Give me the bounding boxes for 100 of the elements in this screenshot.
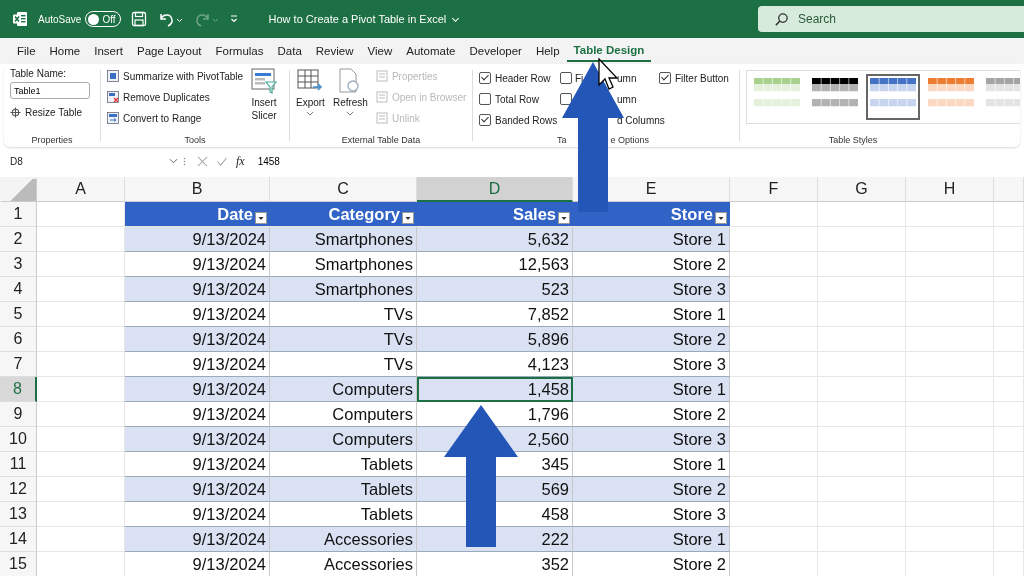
ribbon-tab[interactable]: Automate: [399, 40, 463, 62]
row-header[interactable]: 6: [0, 327, 37, 352]
row-header[interactable]: 3: [0, 252, 37, 277]
row-header[interactable]: 15: [0, 552, 37, 576]
filter-dropdown-icon[interactable]: [715, 212, 727, 224]
table-cell: Smartphones: [270, 227, 417, 252]
column-header[interactable]: A: [37, 177, 125, 202]
ribbon-tab[interactable]: Page Layout: [130, 40, 209, 62]
save-icon[interactable]: [130, 11, 147, 27]
column-header[interactable]: B: [125, 177, 270, 202]
checkbox[interactable]: [479, 93, 491, 105]
table-cell: 9/13/2024: [125, 227, 270, 252]
table-cell: Store 3: [573, 427, 730, 452]
ribbon-tab[interactable]: Formulas: [208, 40, 271, 62]
filter-dropdown-icon[interactable]: [402, 212, 414, 224]
table-cell: 5,896: [417, 327, 573, 352]
pivot-table-icon: [107, 70, 119, 82]
group-label: External Table Data: [341, 135, 421, 145]
table-cell: Store 1: [573, 377, 730, 402]
ribbon-tab[interactable]: Developer: [462, 40, 529, 62]
table-cell: Tablets: [270, 477, 417, 502]
document-title[interactable]: How to Create a Pivot Table in Excel: [268, 13, 447, 25]
table-cell: Store 2: [573, 477, 730, 502]
group-label: Ta: [557, 135, 567, 145]
ribbon-command[interactable]: Remove Duplicates: [123, 91, 210, 103]
table-header-cell: Sales: [417, 202, 573, 227]
row-header[interactable]: 5: [0, 302, 37, 327]
document-icon: [375, 70, 388, 82]
table-cell: Store 1: [573, 527, 730, 552]
caret-icon[interactable]: [306, 111, 315, 116]
ribbon-tab[interactable]: File: [10, 40, 43, 62]
checkbox[interactable]: [560, 72, 572, 84]
table-style-thumbnail[interactable]: [866, 74, 920, 120]
table-cell: 9/13/2024: [125, 377, 270, 402]
resize-icon: [10, 106, 21, 118]
ribbon-tab[interactable]: Insert: [87, 40, 130, 62]
checkbox[interactable]: [479, 72, 491, 84]
row-header[interactable]: 7: [0, 352, 37, 377]
table-cell: Store 2: [573, 327, 730, 352]
empty-cell: [994, 277, 1024, 302]
caret-icon[interactable]: [169, 158, 178, 164]
empty-cell: [994, 452, 1024, 477]
option-label: umn: [617, 72, 637, 84]
empty-cell: [994, 252, 1024, 277]
table-name-field[interactable]: Table1: [10, 82, 90, 99]
empty-cell: [994, 202, 1024, 227]
insert-function-button[interactable]: fx: [236, 153, 245, 169]
ribbon-tab[interactable]: Data: [270, 40, 309, 62]
ribbon-tab[interactable]: Help: [528, 40, 567, 62]
option-label: Banded Rows: [495, 114, 558, 126]
table-cell: Computers: [270, 377, 417, 402]
option-label: Header Row: [495, 72, 551, 84]
search-icon: [774, 12, 789, 27]
resize-table-button[interactable]: Resize Table: [25, 106, 83, 118]
row-header[interactable]: 10: [0, 427, 37, 452]
table-cell: 5,632: [417, 227, 573, 252]
ribbon-tab[interactable]: Home: [42, 40, 88, 62]
table-cell: 9/13/2024: [125, 527, 270, 552]
table-cell: 9/13/2024: [125, 477, 270, 502]
column-header[interactable]: H: [906, 177, 994, 202]
caret-icon[interactable]: [346, 111, 355, 116]
autosave-label: AutoSave: [38, 13, 82, 25]
filter-dropdown-icon[interactable]: [558, 212, 570, 224]
filter-dropdown-icon[interactable]: [255, 212, 267, 224]
empty-cell: [994, 477, 1024, 502]
row-header[interactable]: 12: [0, 477, 37, 502]
table-cell: Accessories: [270, 552, 417, 576]
export-button[interactable]: Export: [296, 96, 325, 109]
column-header[interactable]: D: [417, 177, 573, 202]
ribbon-tab[interactable]: View: [360, 40, 400, 62]
empty-cell: [994, 327, 1024, 352]
column-header[interactable]: F: [730, 177, 818, 202]
empty-cell: [994, 302, 1024, 327]
row-header[interactable]: 11: [0, 452, 37, 477]
ribbon-command[interactable]: Summarize with PivotTable: [123, 70, 244, 82]
checkbox[interactable]: [659, 72, 671, 84]
checkbox[interactable]: [479, 114, 491, 126]
ribbon-tab[interactable]: Review: [308, 40, 361, 62]
document-icon: [375, 112, 388, 124]
row-header[interactable]: 4: [0, 277, 37, 302]
table-cell: TVs: [270, 327, 417, 352]
row-header[interactable]: 8: [0, 377, 37, 402]
ribbon-command[interactable]: Convert to Range: [123, 112, 202, 124]
insert-slicer-button[interactable]: Insert Slicer: [251, 96, 277, 122]
convert-range-icon: [107, 112, 119, 124]
search-field[interactable]: Search: [758, 6, 1024, 32]
excel-logo-icon[interactable]: [12, 11, 28, 27]
row-header[interactable]: 1: [0, 202, 37, 227]
row-header[interactable]: 9: [0, 402, 37, 427]
table-cell: 9/13/2024: [125, 427, 270, 452]
row-header[interactable]: 2: [0, 227, 37, 252]
column-header[interactable]: C: [270, 177, 417, 202]
group-label: Tools: [184, 135, 206, 145]
empty-cell: [994, 227, 1024, 252]
refresh-button[interactable]: Refresh: [332, 96, 368, 109]
row-header[interactable]: 14: [0, 527, 37, 552]
customize-caret-icon[interactable]: [228, 14, 239, 24]
row-header[interactable]: 13: [0, 502, 37, 527]
enter-check-icon[interactable]: [216, 155, 228, 167]
column-header[interactable]: G: [818, 177, 906, 202]
